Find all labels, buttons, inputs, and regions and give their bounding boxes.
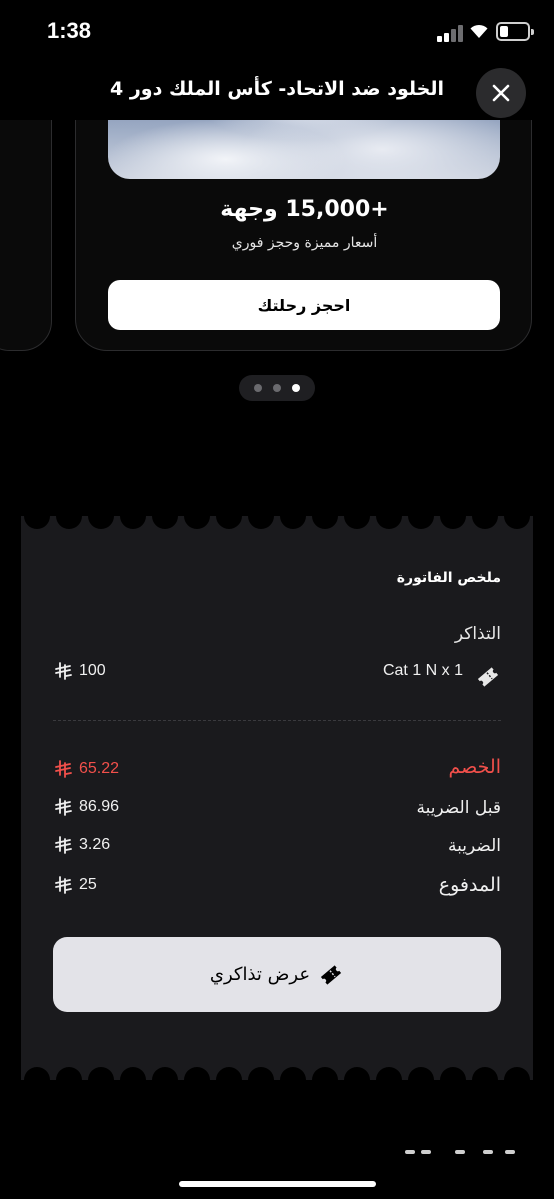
invoice-title: ملخص الفاتورة <box>396 570 501 586</box>
riyal-icon <box>55 876 72 894</box>
page-dot-active[interactable] <box>292 384 300 392</box>
home-indicator[interactable] <box>179 1181 376 1187</box>
promo-image <box>108 120 500 179</box>
tax-row: الضريبة 3.26 <box>53 836 501 864</box>
promo-card: +15,000 وجهة أسعار مميزة وحجز فوري احجز … <box>75 120 532 351</box>
paid-row: المدفوع 25 <box>53 874 501 904</box>
invoice-summary: ملخص الفاتورة التذاكر Cat 1 N x 1 100 ال… <box>21 516 533 1080</box>
paid-label: المدفوع <box>438 874 501 896</box>
ticket-edge-top <box>21 516 533 529</box>
ticket-edge-bottom <box>21 1067 533 1080</box>
ticket-amount: 100 <box>53 662 106 680</box>
tickets-label: التذاكر <box>454 624 501 644</box>
discount-row: الخصم 65.22 <box>53 756 501 786</box>
cellular-signal-icon <box>437 24 463 42</box>
discount-value: 65.22 <box>79 760 120 777</box>
riyal-icon <box>55 798 72 816</box>
carousel-page-indicator[interactable] <box>239 375 315 401</box>
ticket-icon <box>321 964 342 985</box>
tax-amount: 3.26 <box>53 836 110 854</box>
riyal-icon <box>55 662 72 680</box>
riyal-icon <box>55 760 72 778</box>
page-dot[interactable] <box>273 384 281 392</box>
battery-icon <box>496 22 534 41</box>
ticket-icon <box>477 667 499 687</box>
promo-headline: +15,000 وجهة <box>220 197 389 222</box>
book-trip-button[interactable]: احجز رحلتك <box>108 280 500 330</box>
status-bar: 1:38 <box>0 0 554 64</box>
close-icon <box>492 84 510 102</box>
pre-tax-value: 86.96 <box>79 798 120 815</box>
discount-label: الخصم <box>448 756 501 778</box>
ticket-item-row: Cat 1 N x 1 100 <box>53 662 501 690</box>
page-dot[interactable] <box>254 384 262 392</box>
tax-value: 3.26 <box>79 836 111 853</box>
pre-tax-label: قبل الضريبة <box>416 798 501 818</box>
wifi-icon <box>470 24 488 38</box>
ticket-name: Cat 1 N x 1 <box>382 662 463 679</box>
tax-label: الضريبة <box>447 836 501 856</box>
discount-amount: 65.22 <box>53 760 119 778</box>
close-button[interactable] <box>476 68 526 118</box>
promo-subtitle: أسعار مميزة وحجز فوري <box>231 235 378 251</box>
divider <box>53 720 501 721</box>
status-time: 1:38 <box>47 18 92 43</box>
carousel-previous-card[interactable] <box>0 120 52 351</box>
pre-tax-amount: 86.96 <box>53 798 119 816</box>
next-section-peek <box>395 1148 525 1158</box>
riyal-icon <box>55 836 72 854</box>
page-title: الخلود ضد الاتحاد- كأس الملك دور 4 <box>109 78 444 100</box>
header: الخلود ضد الاتحاد- كأس الملك دور 4 <box>0 64 554 120</box>
ticket-amount-value: 100 <box>79 662 106 679</box>
pre-tax-row: قبل الضريبة 86.96 <box>53 798 501 826</box>
paid-value: 25 <box>79 876 97 893</box>
view-my-tickets-label: عرض تذاكري <box>209 964 311 985</box>
view-my-tickets-button[interactable]: عرض تذاكري <box>53 937 501 1012</box>
paid-amount: 25 <box>53 876 97 894</box>
